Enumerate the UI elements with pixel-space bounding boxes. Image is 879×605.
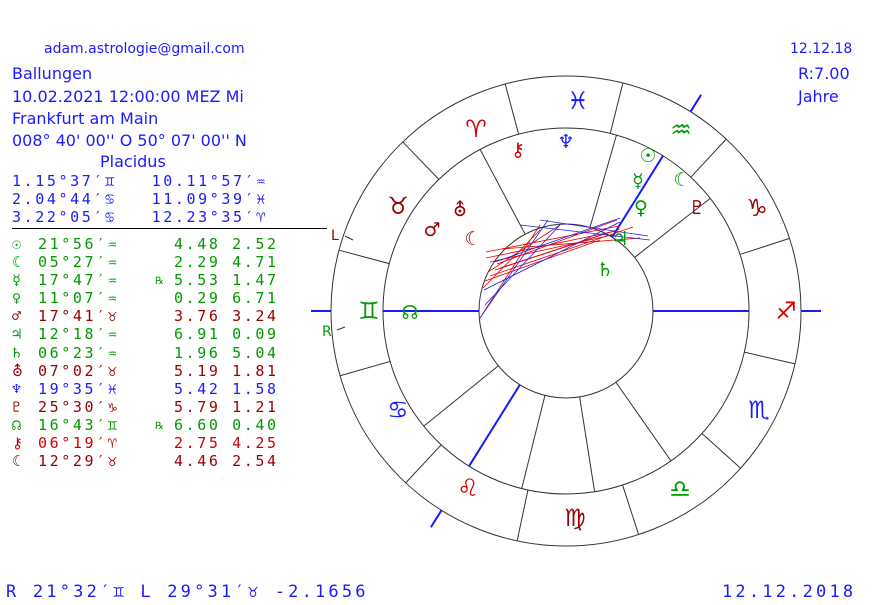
markers: LR [322,228,354,340]
zodiac-sign-icon: ♒ [670,116,692,144]
chart-planet-icon: ☊ [402,302,419,324]
sign-divider [402,141,440,180]
house-line [589,134,617,228]
chart-planet-icon: ♄ [596,259,613,281]
chart-planet-icon: ⚷ [511,139,525,161]
chart-planet-icon: ⛢ [453,199,467,221]
zodiac-signs: ♓ ♈ ♉ ♊ ♋ ♌ ♍ ♎ ♏ ♐ ♑ ♒ [358,87,797,532]
zodiac-sign-icon: ♈ [465,115,487,143]
marker-r-tick [336,326,346,331]
zodiac-sign-icon: ♎ [669,475,691,503]
zodiac-sign-icon: ♑ [746,194,768,222]
house-lines [423,134,711,492]
main-axes [311,94,821,528]
sign-divider [504,83,520,135]
house-line [579,396,596,492]
mc-axis-tick [689,94,702,113]
zodiac-sign-icon: ♓ [567,87,589,115]
sign-divider [744,351,796,365]
aspect-line [484,224,561,306]
sign-divider [701,433,741,469]
chart-planet-icon: ☾ [464,228,481,250]
sign-divider [622,484,640,535]
zodiac-sign-icon: ♉ [387,192,409,220]
house-line [423,365,499,427]
ic-axis-tick [430,509,443,528]
chart-planet-icon: ♃ [611,228,628,250]
zodiac-sign-icon: ♋ [387,396,409,424]
sign-divider [339,360,391,377]
marker-r: R [322,324,332,340]
sign-divider [516,489,529,541]
house-line [479,149,526,235]
aspect-line [499,231,611,269]
zodiac-sign-icon: ♌ [457,474,479,502]
sign-divider [338,249,390,265]
chart-planet-icon: ♂ [423,219,440,241]
sign-divider [739,237,790,255]
house-line [615,381,672,462]
chart-planet-icon: ☉ [639,145,656,167]
sign-divider [609,82,624,134]
chart-planet-icon: ♇ [688,197,705,219]
chart-planet-icon: ☾ [673,169,690,191]
ic-axis [468,384,521,467]
chart-planet-icon: ♀ [634,197,648,219]
marker-l: L [331,228,339,244]
marker-l-tick [344,235,354,241]
sign-divider [405,444,442,484]
zodiac-sign-icon: ♍ [564,504,586,532]
chart-planet-icon: ☿ [632,170,644,192]
zodiac-sign-icon: ♐ [775,297,797,325]
zodiac-sign-icon: ♏ [748,396,770,424]
sign-divider [690,138,727,178]
house-line [521,395,546,489]
zodiac-sign-icon: ♊ [358,297,380,325]
chart-planet-icon: ♆ [557,131,574,153]
chart-wheel: ♓♈♉♊♋♌♍♎♏♐♑♒ ⚷ ♆☉☿ ☾♀ ♇⛢♂ ☾ ♃♄☊ LR [311,75,821,547]
